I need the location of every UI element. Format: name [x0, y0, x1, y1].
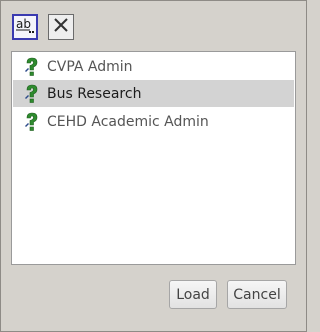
dialog-frame: ab CVPA Admin Bus Research CEHD Academic… [0, 0, 307, 332]
load-button[interactable]: Load [169, 280, 217, 309]
cancel-button[interactable]: Cancel [227, 280, 287, 309]
list-item-label: CVPA Admin [47, 58, 133, 75]
list-item[interactable]: CEHD Academic Admin [13, 108, 294, 135]
role-listbox[interactable]: CVPA Admin Bus Research CEHD Academic Ad… [11, 51, 296, 265]
svg-text:ab: ab [16, 17, 31, 31]
green-question-mark-icon [22, 112, 42, 132]
list-item-label: CEHD Academic Admin [47, 113, 209, 130]
clear-button[interactable] [48, 14, 74, 40]
text-abbreviation-icon: ab [15, 16, 35, 38]
list-item-label: Bus Research [47, 85, 142, 102]
green-question-mark-icon [22, 84, 42, 104]
list-item[interactable]: Bus Research [13, 80, 294, 107]
green-question-mark-icon [22, 57, 42, 77]
list-item[interactable]: CVPA Admin [13, 53, 294, 80]
close-icon [52, 16, 70, 38]
abbreviation-toggle-button[interactable]: ab [12, 14, 38, 40]
